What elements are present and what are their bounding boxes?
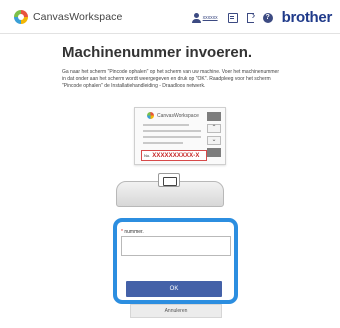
machine-number-example: XXXXXXXXXX-X bbox=[152, 152, 200, 159]
machine-illustration: CanvasWorkspace ⌃ ⌄ No. XXXXXXXXXX-X bbox=[110, 107, 230, 211]
machine-screen-illustration: CanvasWorkspace ⌃ ⌄ No. XXXXXXXXXX-X bbox=[134, 107, 226, 165]
machine-number-input[interactable] bbox=[121, 236, 231, 256]
screen-app-name: CanvasWorkspace bbox=[157, 112, 199, 119]
canvasworkspace-mini-logo-icon bbox=[147, 112, 154, 119]
screen-side-button bbox=[207, 148, 221, 157]
machine-number-highlight: No. XXXXXXXXXX-X bbox=[141, 150, 207, 161]
ok-button[interactable]: OK bbox=[126, 281, 222, 297]
cancel-button[interactable]: Annuleren bbox=[130, 304, 222, 318]
screen-up-arrow-icon: ⌃ bbox=[207, 124, 221, 133]
canvasworkspace-logo-icon bbox=[14, 10, 28, 24]
screen-side-button bbox=[207, 112, 221, 121]
username-link[interactable]: xxxxxx bbox=[203, 15, 218, 21]
screen-side-buttons: ⌃ ⌄ bbox=[207, 112, 221, 160]
help-icon[interactable]: ? bbox=[262, 13, 273, 23]
brother-logo[interactable]: brother bbox=[282, 10, 333, 26]
page-title: Machinenummer invoeren. bbox=[62, 44, 253, 61]
screen-header: CanvasWorkspace bbox=[147, 112, 199, 119]
machine-display-icon bbox=[158, 173, 180, 187]
header-actions: xxxxxx ? brother bbox=[191, 10, 333, 26]
cutting-machine-illustration bbox=[110, 173, 230, 209]
app-logo[interactable]: CanvasWorkspace bbox=[14, 10, 122, 24]
field-label-text: nummer. bbox=[124, 229, 144, 235]
instructions-text: Ga naar het scherm "Pincode ophalen" op … bbox=[62, 69, 279, 89]
document-icon[interactable] bbox=[227, 13, 238, 23]
screen-down-arrow-icon: ⌄ bbox=[207, 136, 221, 145]
app-name: CanvasWorkspace bbox=[33, 11, 123, 23]
required-mark: * bbox=[121, 229, 123, 235]
sign-out-icon[interactable] bbox=[246, 10, 255, 23]
user-menu[interactable]: xxxxxx bbox=[191, 13, 218, 23]
user-icon bbox=[191, 13, 201, 23]
machine-number-label: No. bbox=[144, 153, 151, 158]
machine-number-label: * nummer. bbox=[121, 229, 144, 235]
top-bar: CanvasWorkspace xxxxxx ? brother bbox=[0, 0, 340, 34]
